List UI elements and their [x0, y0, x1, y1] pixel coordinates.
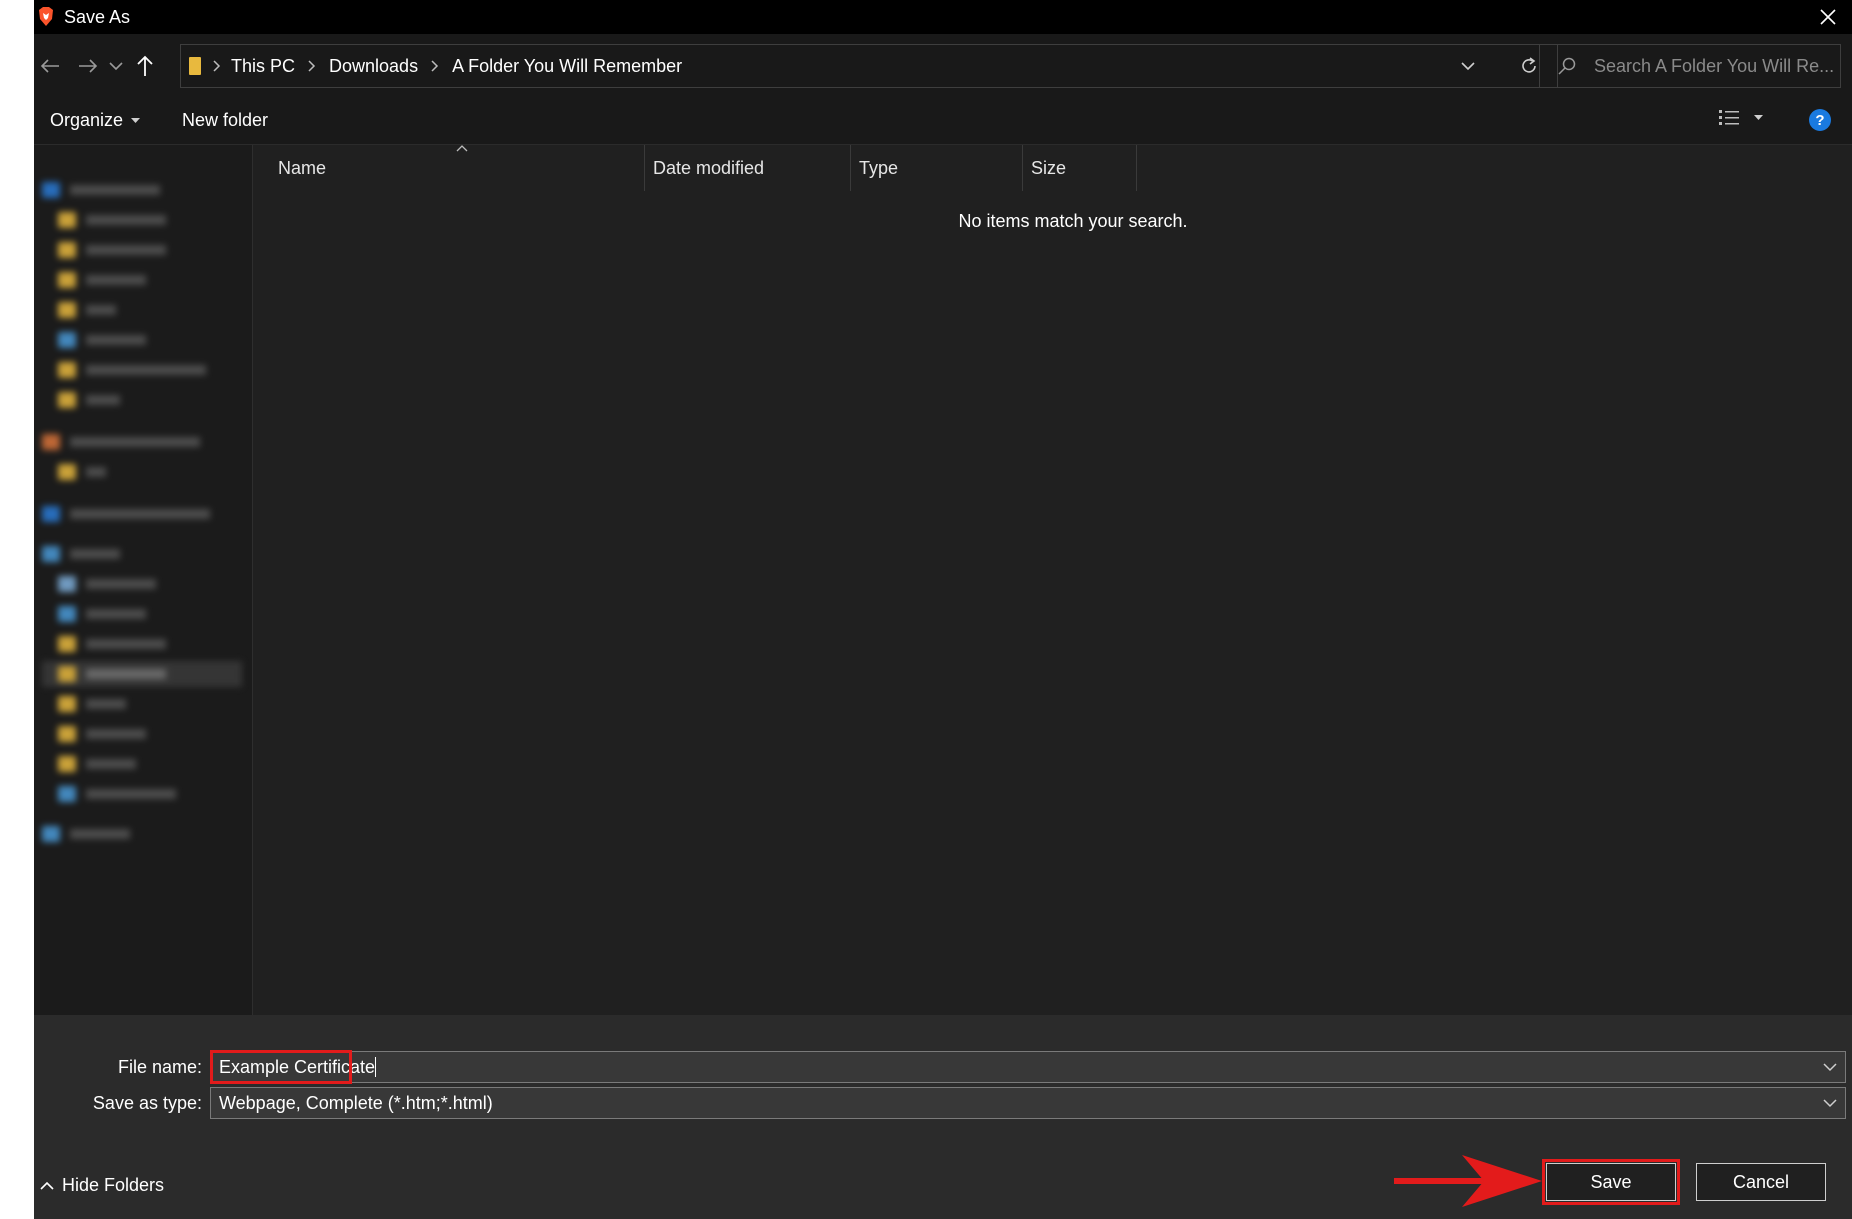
nav-item[interactable]: [42, 429, 200, 455]
column-header-size[interactable]: Size: [1023, 145, 1137, 191]
title-bar: Save As: [34, 0, 1852, 34]
empty-list-message: No items match your search.: [958, 211, 1188, 231]
save-form-panel: File name: Example Certificate Save as t…: [34, 1015, 1852, 1219]
nav-item[interactable]: [58, 327, 146, 353]
file-name-field[interactable]: Example Certificate: [210, 1051, 1846, 1083]
brave-lion-icon: [37, 7, 55, 27]
hide-folders-label: Hide Folders: [62, 1175, 165, 1195]
chevron-up-icon: [40, 1181, 54, 1190]
svg-text:?: ?: [1815, 112, 1824, 129]
chevron-down-icon[interactable]: [1819, 1091, 1841, 1115]
chevron-right-icon: [431, 60, 439, 72]
arrow-up-icon[interactable]: [130, 50, 160, 82]
nav-item[interactable]: [58, 751, 136, 777]
chevron-down-icon[interactable]: [1819, 1055, 1841, 1079]
nav-item[interactable]: [58, 571, 156, 597]
new-folder-button[interactable]: New folder: [182, 110, 268, 131]
chevron-right-icon: [213, 60, 221, 72]
breadcrumb-downloads[interactable]: Downloads: [329, 56, 418, 77]
address-bar[interactable]: This PC Downloads A Folder You Will Reme…: [180, 44, 1558, 88]
hide-folders-toggle[interactable]: Hide Folders: [40, 1175, 164, 1196]
column-header-name[interactable]: Name: [253, 145, 645, 191]
folder-icon: [189, 57, 201, 75]
search-input[interactable]: [1592, 54, 1836, 78]
caret-down-icon: [131, 117, 141, 124]
address-history-dropdown-icon[interactable]: [1453, 51, 1483, 81]
nav-item[interactable]: [58, 781, 176, 807]
save-as-type-value: Webpage, Complete (*.htm;*.html): [219, 1092, 493, 1113]
details-view-icon[interactable]: [1718, 108, 1763, 128]
save-as-type-label: Save as type:: [92, 1093, 202, 1113]
nav-item[interactable]: [58, 237, 166, 263]
caret-down-icon[interactable]: [1754, 115, 1763, 121]
help-icon[interactable]: ?: [1808, 108, 1832, 132]
nav-item-selected[interactable]: [42, 661, 242, 687]
navigation-bar: This PC Downloads A Folder You Will Reme…: [34, 34, 1852, 98]
chevron-right-icon: [308, 60, 316, 72]
nav-item[interactable]: [42, 541, 120, 567]
arrow-right-icon[interactable]: [72, 50, 104, 82]
navigation-pane: [34, 145, 253, 1015]
window-title: Save As: [64, 6, 131, 27]
cancel-button[interactable]: Cancel: [1696, 1163, 1826, 1201]
breadcrumb-this-pc[interactable]: This PC: [231, 56, 295, 77]
save-as-type-select[interactable]: Webpage, Complete (*.htm;*.html): [210, 1087, 1846, 1119]
breadcrumb-current-folder[interactable]: A Folder You Will Remember: [452, 56, 682, 77]
close-icon[interactable]: [1810, 2, 1846, 32]
nav-item[interactable]: [58, 357, 206, 383]
file-list: Name Date modified Type Size No items ma…: [253, 145, 1852, 1015]
save-button[interactable]: Save: [1546, 1163, 1676, 1201]
annotation-arrow-icon: [1394, 1151, 1544, 1216]
column-header-date-modified[interactable]: Date modified: [645, 145, 851, 191]
nav-item[interactable]: [58, 631, 166, 657]
nav-item[interactable]: [58, 691, 126, 717]
file-name-label: File name:: [117, 1057, 202, 1077]
sort-ascending-icon: [456, 141, 468, 155]
nav-item[interactable]: [42, 821, 130, 847]
organize-menu[interactable]: Organize: [50, 110, 141, 131]
organize-label: Organize: [50, 110, 124, 130]
nav-item[interactable]: [58, 267, 146, 293]
nav-item[interactable]: [58, 297, 116, 323]
chevron-down-icon[interactable]: [104, 50, 128, 82]
file-name-value: Example Certificate: [219, 1056, 376, 1077]
nav-item[interactable]: [58, 601, 146, 627]
command-bar: Organize New folder ?: [34, 98, 1852, 145]
nav-item[interactable]: [42, 501, 210, 527]
arrow-left-icon[interactable]: [34, 50, 66, 82]
nav-item[interactable]: [58, 459, 106, 485]
nav-item[interactable]: [58, 387, 120, 413]
nav-item[interactable]: [42, 177, 160, 203]
save-as-dialog: Save As This PC Downloads A Folder You W…: [34, 0, 1852, 1219]
text-cursor: [375, 1057, 377, 1077]
nav-item[interactable]: [58, 207, 166, 233]
search-box[interactable]: [1539, 44, 1841, 88]
nav-item[interactable]: [58, 721, 146, 747]
search-icon: [1558, 57, 1576, 75]
column-header-type[interactable]: Type: [851, 145, 1023, 191]
